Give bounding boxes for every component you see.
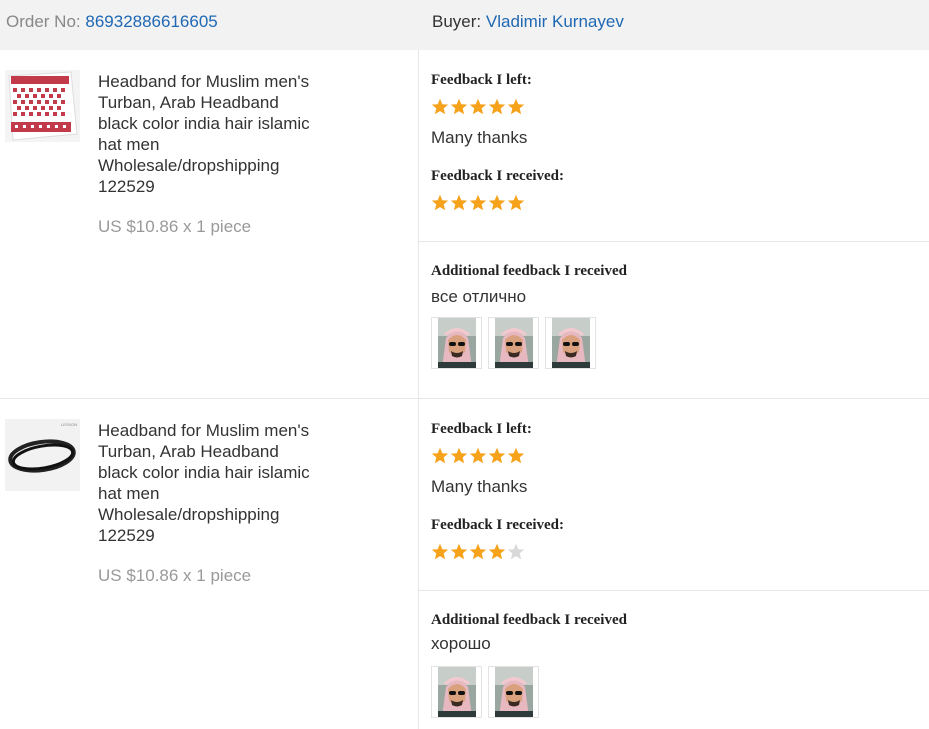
star-filled-icon — [488, 447, 506, 464]
feedback-left-stars — [431, 98, 525, 116]
order-number-link[interactable]: 86932886616605 — [85, 12, 217, 31]
feedback-photo-thumbnail[interactable] — [431, 317, 482, 369]
star-filled-icon — [507, 98, 525, 115]
star-filled-icon — [507, 447, 525, 464]
star-filled-icon — [469, 98, 487, 115]
buyer-label: Buyer: Vladimir Kurnayev — [432, 12, 624, 32]
star-filled-icon — [488, 543, 506, 560]
product-price: US $10.86 x 1 piece — [98, 566, 252, 585]
feedback-left-text: Many thanks — [431, 128, 528, 147]
star-filled-icon — [431, 447, 449, 464]
feedback-photo-thumbnail[interactable] — [488, 666, 539, 718]
feedback-left-label: Feedback I left: — [431, 72, 532, 88]
feedback-left-text: Many thanks — [431, 477, 528, 496]
column-divider — [418, 399, 419, 729]
order-number-label: Order No: 86932886616605 — [6, 12, 218, 32]
buyer-label-text: Buyer: — [432, 12, 482, 31]
star-filled-icon — [431, 98, 449, 115]
additional-feedback-text: хорошо — [431, 634, 491, 653]
product-thumbnail-keffiyeh[interactable] — [5, 70, 80, 142]
star-filled-icon — [488, 98, 506, 115]
star-empty-icon — [507, 543, 525, 560]
feedback-photo-thumbnail[interactable] — [431, 666, 482, 718]
feedback-received-label: Feedback I received: — [431, 168, 565, 184]
feedback-received-stars — [431, 543, 525, 561]
star-filled-icon — [469, 194, 487, 211]
product-price: US $10.86 x 1 piece — [98, 217, 252, 236]
feedback-left-stars — [431, 447, 525, 465]
svg-text:LESSON: LESSON — [61, 422, 77, 427]
star-filled-icon — [488, 194, 506, 211]
star-filled-icon — [431, 194, 449, 211]
feedback-received-label: Feedback I received: — [431, 517, 565, 533]
feedback-photos — [431, 666, 539, 718]
additional-feedback-label: Additional feedback I received — [431, 612, 627, 628]
feedback-divider — [418, 241, 929, 242]
feedback-photos — [431, 317, 596, 369]
feedback-photo-thumbnail[interactable] — [545, 317, 596, 369]
star-filled-icon — [450, 194, 468, 211]
star-filled-icon — [507, 194, 525, 211]
star-filled-icon — [431, 543, 449, 560]
buyer-name-link[interactable]: Vladimir Kurnayev — [486, 12, 624, 31]
feedback-photo-thumbnail[interactable] — [488, 317, 539, 369]
star-filled-icon — [469, 447, 487, 464]
additional-feedback-label: Additional feedback I received — [431, 263, 627, 279]
order-header: Order No: 86932886616605 Buyer: Vladimir… — [0, 0, 929, 50]
feedback-divider — [418, 590, 929, 591]
order-label: Order No: — [6, 12, 81, 31]
product-thumbnail-headband[interactable]: LESSON — [5, 419, 80, 491]
star-filled-icon — [450, 543, 468, 560]
star-filled-icon — [469, 543, 487, 560]
product-title[interactable]: Headband for Muslim men's Turban, Arab H… — [98, 420, 318, 546]
feedback-received-stars — [431, 194, 525, 212]
additional-feedback-text: все отлично — [431, 287, 527, 306]
row-divider — [0, 398, 929, 399]
column-divider — [418, 50, 419, 398]
star-filled-icon — [450, 447, 468, 464]
feedback-left-label: Feedback I left: — [431, 421, 532, 437]
star-filled-icon — [450, 98, 468, 115]
product-title[interactable]: Headband for Muslim men's Turban, Arab H… — [98, 71, 318, 197]
